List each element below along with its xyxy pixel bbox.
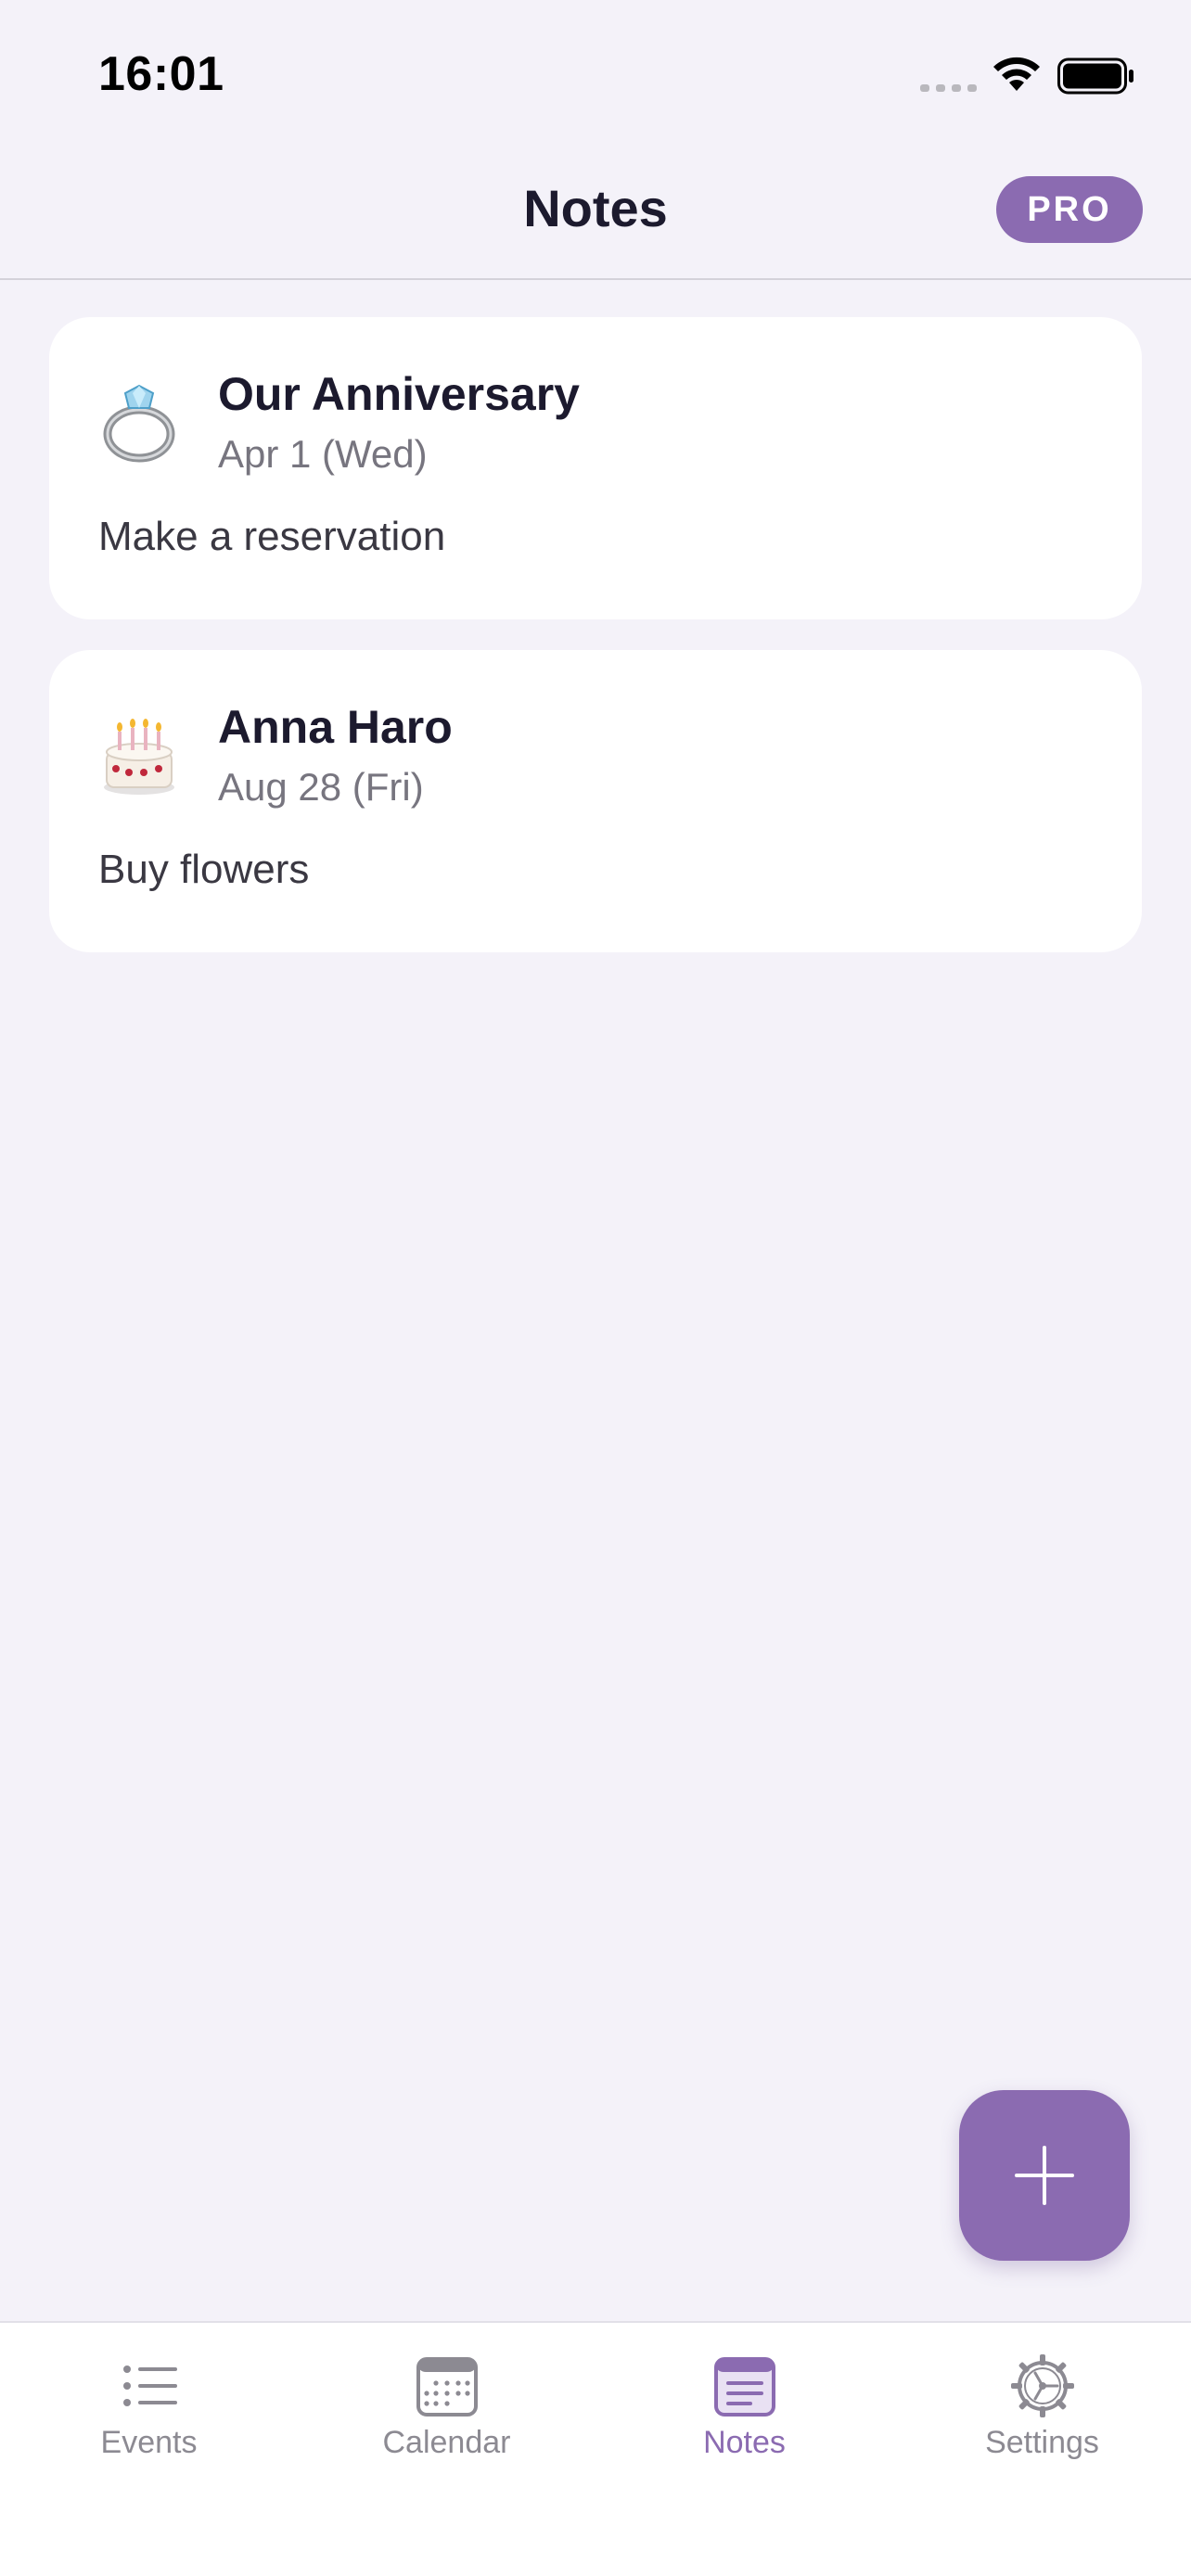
status-time: 16:01	[98, 47, 224, 101]
cellular-signal-icon	[920, 84, 977, 92]
note-title: Our Anniversary	[218, 368, 580, 420]
tab-bar: Events Calendar Notes Settings	[0, 2321, 1191, 2576]
note-card[interactable]: Our Anniversary Apr 1 (Wed) Make a reser…	[49, 317, 1142, 619]
status-bar: 16:01	[0, 0, 1191, 139]
gear-icon	[1010, 2354, 1074, 2417]
list-icon	[122, 2366, 177, 2406]
tab-notes[interactable]: Notes	[596, 2323, 893, 2490]
note-title: Anna Haro	[218, 701, 453, 753]
navigation-bar: Notes PRO	[0, 139, 1191, 280]
add-note-button[interactable]	[959, 2090, 1130, 2261]
note-date: Apr 1 (Wed)	[218, 432, 428, 476]
calendar-icon	[416, 2357, 478, 2417]
birthday-cake-icon	[104, 719, 174, 795]
ring-icon	[103, 384, 175, 463]
wifi-icon	[993, 57, 1040, 91]
note-text: Buy flowers	[98, 847, 310, 892]
notes-icon	[713, 2357, 775, 2417]
tab-calendar[interactable]: Calendar	[298, 2323, 596, 2490]
pro-upgrade-button[interactable]: PRO	[996, 176, 1143, 243]
notes-screen: 16:01 Notes PRO Our Anniversary Apr 1 (W…	[0, 0, 1191, 2576]
tab-events[interactable]: Events	[0, 2323, 298, 2490]
note-date: Aug 28 (Fri)	[218, 765, 424, 809]
battery-icon	[1057, 57, 1133, 95]
plus-icon	[1015, 2146, 1074, 2205]
tab-settings[interactable]: Settings	[893, 2323, 1191, 2490]
tab-label: Events	[100, 2425, 198, 2460]
tab-label: Calendar	[382, 2425, 511, 2460]
note-text: Make a reservation	[98, 514, 446, 559]
tab-label: Notes	[703, 2425, 786, 2460]
tab-label: Settings	[985, 2425, 1099, 2460]
note-card[interactable]: Anna Haro Aug 28 (Fri) Buy flowers	[49, 650, 1142, 952]
